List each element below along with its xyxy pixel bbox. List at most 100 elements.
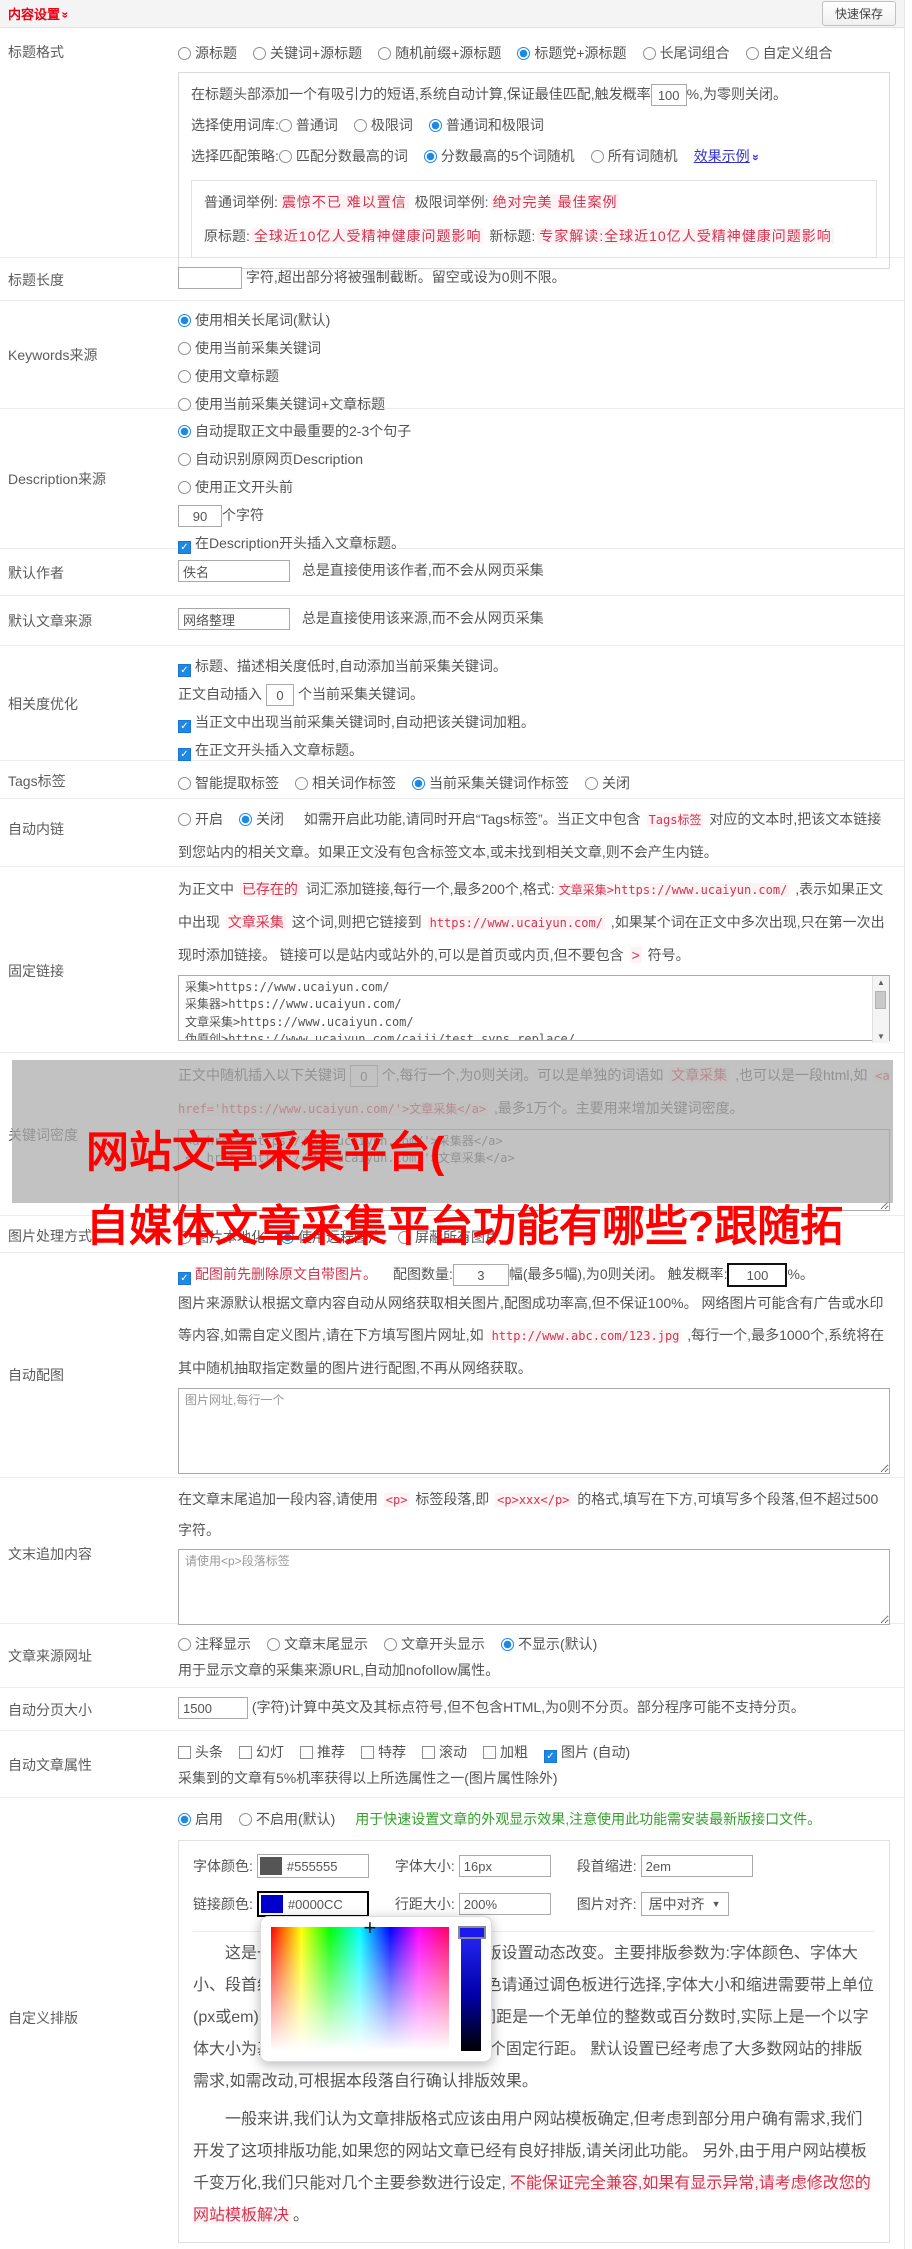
checkbox-icon[interactable] [422, 1746, 435, 1759]
checkbox-icon[interactable]: ✓ [178, 748, 191, 761]
scrollbar-thumb[interactable] [875, 991, 886, 1009]
image-url-textarea[interactable] [178, 1388, 890, 1475]
scroll-up-icon[interactable]: ▲ [877, 976, 885, 989]
picker-cursor-icon[interactable]: + [364, 1917, 377, 1939]
radio-option[interactable]: 图片本地化 [178, 1229, 265, 1245]
append-content-textarea[interactable] [178, 1549, 890, 1625]
checkbox-icon[interactable]: ✓ [178, 1272, 191, 1285]
checkbox-icon[interactable] [361, 1746, 374, 1759]
radio-option[interactable]: 匹配分数最高的词 [278, 148, 408, 164]
checkbox-icon[interactable]: ✓ [178, 720, 191, 733]
image-count-input[interactable] [452, 1264, 509, 1287]
checkbox-option[interactable]: 头条 [178, 1744, 223, 1760]
radio-icon[interactable] [178, 813, 191, 826]
radio-icon[interactable] [423, 150, 437, 163]
radio-icon[interactable] [412, 777, 425, 790]
radio-icon[interactable] [239, 813, 252, 826]
image-prob-input[interactable] [727, 1263, 788, 1288]
radio-option[interactable]: 极限词 [353, 117, 413, 133]
radio-option[interactable]: 相关词作标签 [295, 775, 396, 791]
radio-option[interactable]: 使用当前采集关键词 [178, 334, 874, 362]
checkbox-option[interactable]: 滚动 [422, 1744, 467, 1760]
checkbox-option[interactable]: ✓ 在正文开头插入文章标题。 [178, 736, 874, 764]
trigger-prob-input[interactable] [650, 84, 687, 107]
radio-option[interactable]: 不显示(默认) [501, 1636, 597, 1652]
radio-icon[interactable] [178, 1231, 191, 1244]
radio-icon[interactable] [353, 119, 367, 132]
image-align-select[interactable]: 居中对齐 ▼ [640, 1892, 729, 1916]
radio-option[interactable]: 注释显示 [178, 1636, 251, 1652]
radio-option[interactable]: 启用 [178, 1811, 223, 1827]
radio-icon[interactable] [398, 1231, 411, 1244]
default-author-input[interactable] [178, 560, 290, 583]
checkbox-option[interactable]: ✓ 标题、描述相关度低时,自动添加当前采集关键词。 [178, 652, 874, 680]
radio-icon[interactable] [178, 481, 191, 494]
description-chars-input[interactable] [178, 505, 222, 528]
checkbox-option[interactable]: 加粗 [483, 1744, 528, 1760]
radio-icon[interactable] [585, 777, 598, 790]
checkbox-icon[interactable] [178, 1746, 191, 1759]
radio-icon[interactable] [178, 425, 191, 438]
radio-icon[interactable] [428, 119, 442, 132]
checkbox-option[interactable]: 幻灯 [239, 1744, 284, 1760]
radio-option[interactable]: 当前采集关键词作标签 [412, 775, 569, 791]
checkbox-icon[interactable] [239, 1746, 252, 1759]
radio-option[interactable]: 随机前缀+源标题 [378, 45, 501, 61]
quick-save-button[interactable]: 快速保存 [821, 1, 896, 26]
font-size-input[interactable] [458, 1855, 551, 1877]
keyword-density-textarea[interactable]: <a href='https://www.ucaiyun.com/'>采集器</… [178, 1129, 890, 1211]
link-color-input[interactable]: #0000CC [256, 1891, 369, 1917]
radio-icon[interactable] [178, 370, 191, 383]
radio-icon[interactable] [253, 47, 266, 60]
radio-icon[interactable] [239, 1813, 252, 1826]
radio-option[interactable]: 关闭 [239, 811, 284, 827]
radio-icon[interactable] [378, 47, 392, 60]
fixed-link-textarea[interactable]: 采集>https://www.ucaiyun.com/ 采集器>https://… [178, 975, 890, 1041]
radio-option[interactable]: 标题党+源标题 [517, 45, 627, 61]
checkbox-icon[interactable]: ✓ [178, 664, 191, 677]
default-source-input[interactable] [178, 608, 290, 631]
radio-option[interactable]: 长尾词组合 [642, 45, 730, 61]
scroll-down-icon[interactable]: ▼ [877, 1030, 885, 1043]
radio-option[interactable]: 关闭 [585, 775, 630, 791]
page-size-input[interactable] [178, 1697, 248, 1720]
radio-icon[interactable] [384, 1638, 397, 1651]
radio-icon[interactable] [178, 342, 191, 355]
radio-icon[interactable] [178, 777, 191, 790]
radio-option[interactable]: 普通词 [278, 117, 338, 133]
radio-icon[interactable] [501, 1638, 514, 1651]
indent-input[interactable] [640, 1855, 753, 1877]
checkbox-option[interactable]: ✓ 图片 (自动) [544, 1744, 630, 1763]
radio-option[interactable]: 使用相关长尾词(默认) [178, 306, 874, 334]
line-height-input[interactable] [458, 1893, 551, 1915]
radio-option[interactable]: 自动提取正文中最重要的2-3个句子 [178, 417, 874, 445]
radio-icon[interactable] [590, 150, 604, 163]
checkbox-icon[interactable] [300, 1746, 313, 1759]
effect-demo-link[interactable]: 效果示例» [694, 148, 763, 164]
radio-option[interactable]: 使用文章标题 [178, 362, 874, 390]
radio-icon[interactable] [178, 314, 191, 327]
radio-option[interactable]: 屏蔽所有图片 [398, 1229, 499, 1245]
radio-option[interactable]: 自动识别原网页Description [178, 445, 874, 473]
radio-icon[interactable] [178, 453, 191, 466]
saturation-area[interactable]: + [271, 1917, 449, 2051]
checkbox-option[interactable]: 推荐 [300, 1744, 345, 1760]
checkbox-icon[interactable] [483, 1746, 496, 1759]
radio-icon[interactable] [281, 1231, 294, 1244]
radio-option[interactable]: 分数最高的5个词随机 [423, 148, 575, 164]
radio-icon[interactable] [278, 150, 292, 163]
radio-icon[interactable] [267, 1638, 280, 1651]
radio-icon[interactable] [745, 47, 759, 60]
radio-option[interactable]: 所有词随机 [590, 148, 678, 164]
radio-option[interactable]: 开启 [178, 811, 223, 827]
hue-slider-handle[interactable] [458, 1926, 486, 1939]
radio-option[interactable]: 使用远程图片 [281, 1229, 382, 1245]
checkbox-option[interactable]: ✓ 当正文中出现当前采集关键词时,自动把该关键词加粗。 [178, 708, 874, 736]
title-length-input[interactable] [178, 267, 242, 290]
radio-option[interactable]: 不启用(默认) [239, 1811, 335, 1827]
density-count-input[interactable] [349, 1065, 378, 1088]
radio-icon[interactable] [517, 47, 531, 60]
radio-option[interactable]: 源标题 [178, 45, 237, 61]
radio-option[interactable]: 普通词和极限词 [428, 117, 544, 133]
radio-option[interactable]: 文章末尾显示 [267, 1636, 368, 1652]
